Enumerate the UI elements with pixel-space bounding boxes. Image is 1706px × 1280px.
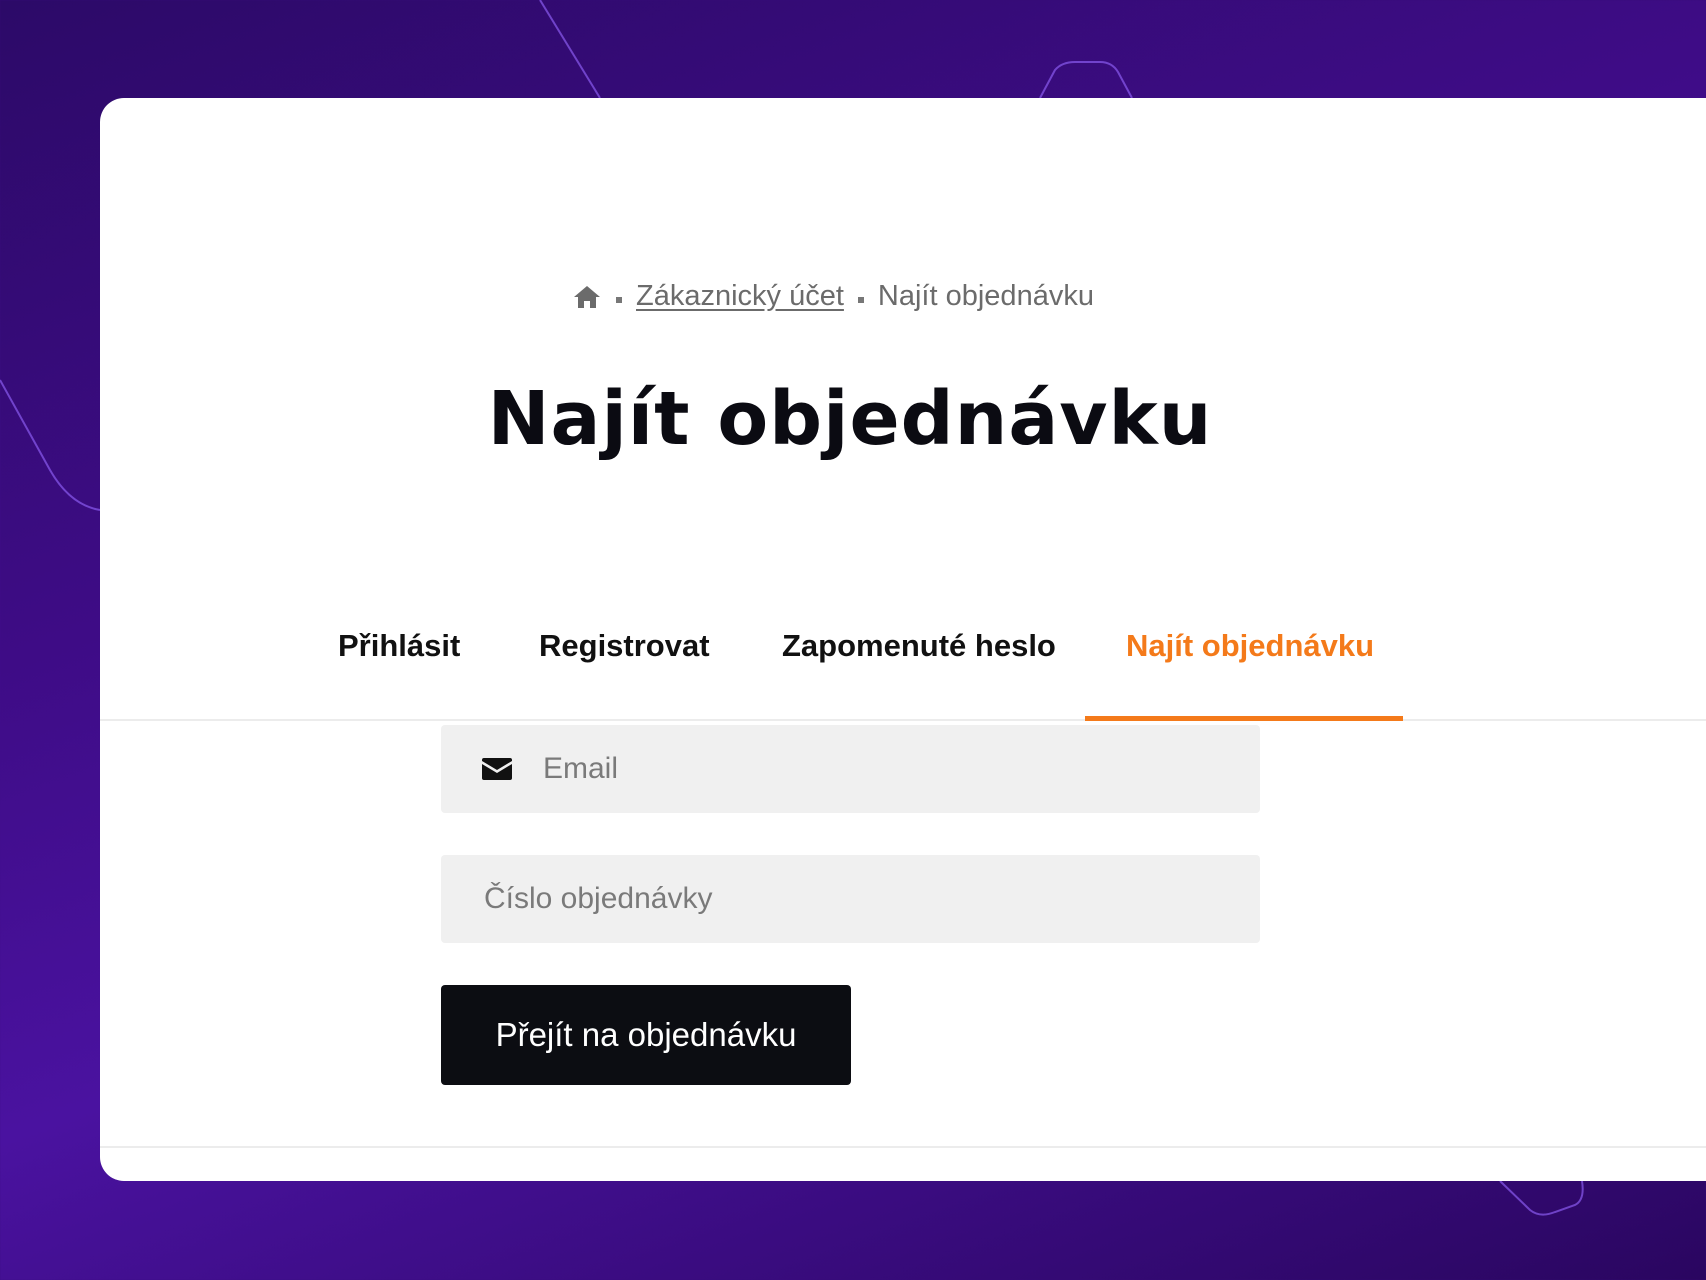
home-icon[interactable] [572,283,602,311]
breadcrumb: Zákaznický účet Najít objednávku [572,280,1094,313]
tab-register[interactable]: Registrovat [539,628,710,664]
breadcrumb-link-account[interactable]: Zákaznický účet [636,280,844,313]
active-tab-indicator [1085,716,1403,721]
order-number-input[interactable] [482,854,1260,944]
page-title: Najít objednávku [487,376,1213,462]
tab-login[interactable]: Přihlásit [338,628,460,664]
email-input[interactable] [541,724,1260,814]
breadcrumb-current: Najít objednávku [877,280,1094,312]
divider [100,1146,1706,1148]
main-card: Zákaznický účet Najít objednávku Najít o… [100,98,1706,1181]
tab-find-order[interactable]: Najít objednávku [1126,628,1374,664]
breadcrumb-separator [857,296,864,303]
order-number-field-wrapper [441,854,1260,944]
email-field-wrapper [441,724,1260,814]
go-to-order-button[interactable]: Přejít na objednávku [441,985,851,1085]
account-tabs: Přihlásit Registrovat Zapomenuté heslo N… [100,610,1706,721]
tab-forgot-password[interactable]: Zapomenuté heslo [782,628,1056,664]
breadcrumb-separator [616,296,622,303]
envelope-icon [482,758,512,780]
